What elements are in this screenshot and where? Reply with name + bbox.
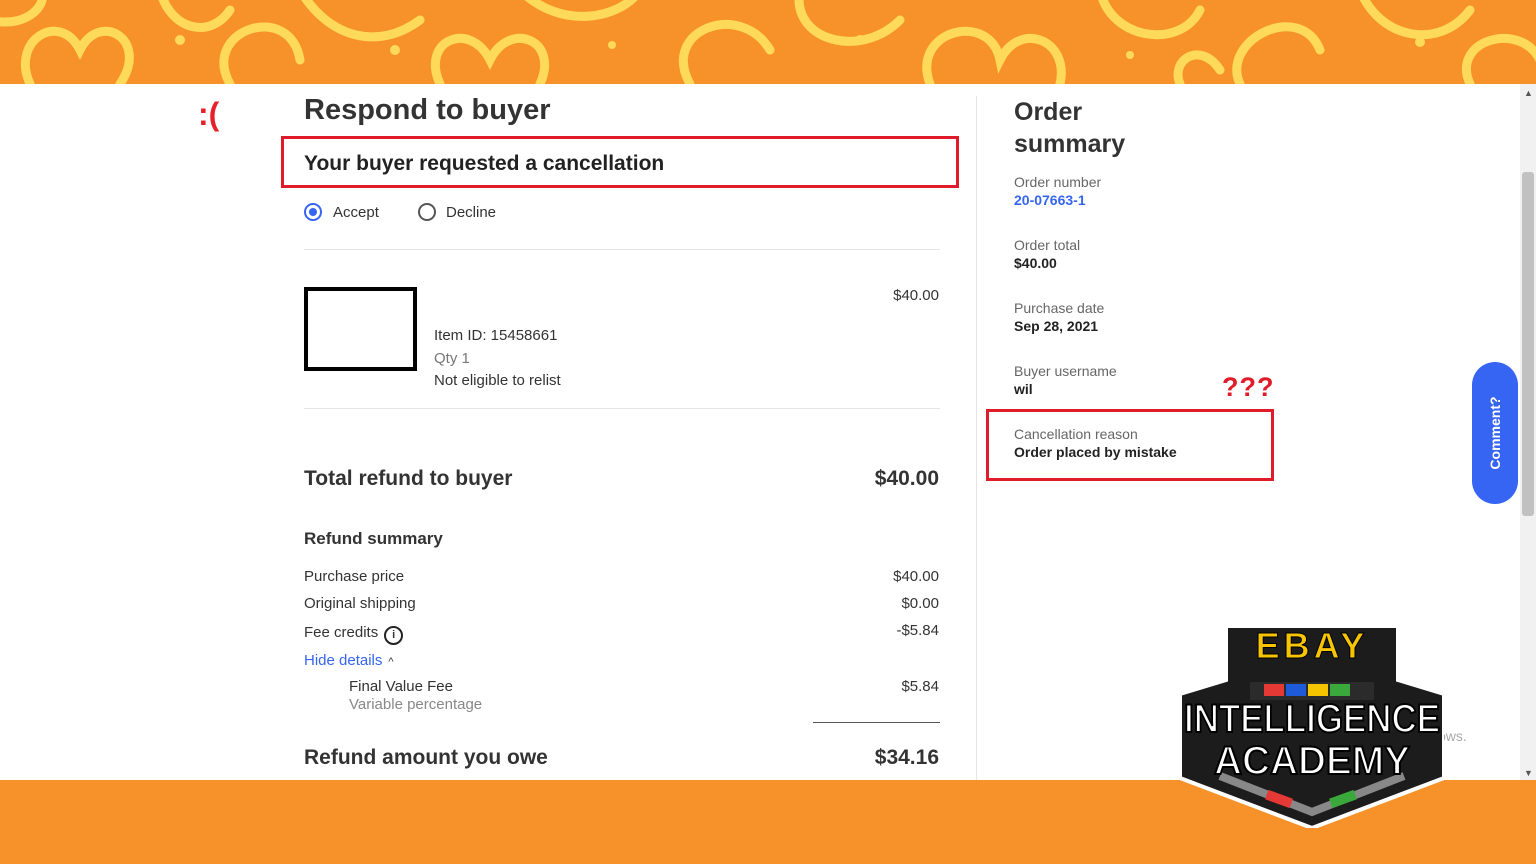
- hide-details-label[interactable]: Hide details: [304, 652, 382, 669]
- total-refund-value: $40.00: [874, 467, 939, 490]
- comment-button-label[interactable]: Comment?: [1487, 396, 1503, 469]
- buyer-username-label: Buyer username: [1014, 363, 1117, 379]
- refund-owed-label: Refund amount you owe: [304, 746, 548, 769]
- top-decorative-banner: [0, 0, 1536, 84]
- cancellation-reason-value: Order placed by mistake: [1014, 444, 1177, 460]
- page-title: Respond to buyer: [304, 94, 551, 126]
- item-thumbnail[interactable]: [304, 287, 417, 371]
- purchase-date-value: Sep 28, 2021: [1014, 318, 1099, 334]
- order-summary-title: Order summary: [1014, 98, 1126, 158]
- fee-credits-label: Fee credits: [304, 624, 379, 641]
- sad-face-annotation: :(: [198, 96, 220, 132]
- logo-word-ebay: EBAY: [1256, 626, 1369, 666]
- final-value-fee-value: $5.84: [901, 678, 939, 695]
- decline-label[interactable]: Decline: [446, 204, 496, 221]
- purchase-date-label: Purchase date: [1014, 300, 1105, 316]
- info-icon[interactable]: i: [384, 626, 404, 645]
- scroll-up-icon[interactable]: ▲: [1524, 88, 1533, 98]
- decline-radio[interactable]: [418, 203, 436, 221]
- logo-word-intelligence: INTELLIGENCE: [1184, 697, 1440, 741]
- comment-button[interactable]: Comment?: [1472, 362, 1518, 504]
- accept-radio[interactable]: [304, 203, 322, 221]
- hide-details-link[interactable]: Hide details ^: [304, 652, 394, 669]
- chevron-up-icon[interactable]: ^: [388, 656, 393, 668]
- refund-owed-value: $34.16: [874, 746, 939, 769]
- ebay-intelligence-academy-logo: EBAY INTELLIGENCE ACADEMY: [1180, 626, 1444, 828]
- final-value-fee-sublabel: Variable percentage: [349, 696, 483, 713]
- fee-credits-value: -$5.84: [896, 622, 939, 639]
- refund-summary-title: Refund summary: [304, 529, 443, 548]
- divider: [304, 408, 940, 409]
- order-number-link[interactable]: 20-07663-1: [1014, 192, 1086, 208]
- relist-status: Not eligible to relist: [434, 372, 561, 389]
- original-shipping-label: Original shipping: [304, 595, 416, 612]
- question-marks-annotation: ???: [1222, 372, 1275, 402]
- cancellation-request-heading: Your buyer requested a cancellation: [304, 152, 665, 175]
- original-shipping-value: $0.00: [901, 595, 939, 612]
- page-scrollbar[interactable]: ▲ ▼: [1520, 84, 1536, 780]
- order-total-label: Order total: [1014, 237, 1081, 253]
- flower-pattern: [0, 0, 1536, 84]
- order-total-value: $40.00: [1014, 255, 1057, 271]
- item-qty: Qty 1: [434, 350, 470, 367]
- accept-label[interactable]: Accept: [333, 204, 379, 221]
- column-divider: [976, 96, 977, 780]
- purchase-price-value: $40.00: [893, 568, 939, 585]
- order-number-label: Order number: [1014, 174, 1102, 190]
- item-id: Item ID: 15458661: [434, 327, 558, 344]
- fee-credits-row: Fee credits i: [304, 624, 404, 645]
- total-refund-label: Total refund to buyer: [304, 467, 513, 490]
- scrollbar-thumb[interactable]: [1522, 172, 1534, 516]
- divider: [304, 249, 940, 250]
- item-price: $40.00: [893, 287, 939, 304]
- buyer-username-value: wil: [1014, 381, 1033, 397]
- logo-word-academy: ACADEMY: [1214, 739, 1410, 783]
- subtotal-rule: [813, 722, 940, 723]
- cancellation-reason-label: Cancellation reason: [1014, 426, 1138, 442]
- final-value-fee-label: Final Value Fee: [349, 678, 453, 695]
- scroll-down-icon[interactable]: ▼: [1524, 768, 1533, 778]
- purchase-price-label: Purchase price: [304, 568, 405, 585]
